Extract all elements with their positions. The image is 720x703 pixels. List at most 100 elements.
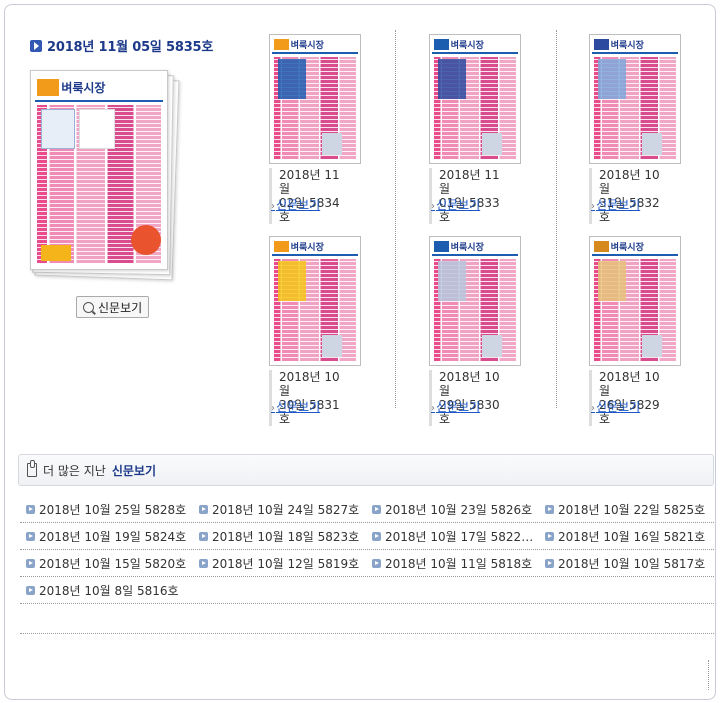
masthead-name: 벼룩시장 [450,41,484,52]
archive-item[interactable]: 2018년 10월 16일 5821호 [539,528,712,545]
bullet-icon [26,531,35,541]
bullet-icon [26,585,35,595]
edition-view-label: 신문보기 [276,198,321,212]
archive-item-label: 2018년 10월 17일 5822호 ... [385,529,539,544]
masthead-logo [37,78,60,96]
archive-item-label: 2018년 10월 16일 5821호 [558,529,706,544]
ad-circle [131,225,161,255]
masthead-name: 벼룩시장 [61,80,106,95]
ad-block [598,59,626,99]
archive-item-label: 2018년 10월 25일 5828호 [39,502,187,517]
edition-view-label: 신문보기 [436,400,481,414]
edition-thumbnail[interactable]: 벼룩시장 [589,34,681,164]
masthead-logo [274,39,289,51]
bullet-icon [372,504,381,514]
edition-view-link[interactable]: ›신문보기 [591,398,640,415]
archive-item-label: 2018년 10월 22일 5825호 [558,502,706,517]
featured-cover[interactable]: 벼룩시장 [30,70,180,281]
edition-view-link[interactable]: ›신문보기 [431,398,480,415]
bullet-icon [26,558,35,568]
newspaper-thumb: 벼룩시장 [272,37,358,161]
archive-item[interactable]: 2018년 10월 22일 5825호 [539,501,712,518]
masthead-logo [594,39,609,51]
archive-item[interactable]: 2018년 10월 23일 5826호 [366,501,539,518]
edition-thumbnail[interactable]: 벼룩시장 [589,236,681,366]
newspaper-thumb: 벼룩시장 [592,37,678,161]
empty-row-divider [20,633,714,634]
edition-view-link[interactable]: ›신문보기 [271,398,320,415]
chevron-right-icon: › [271,201,275,212]
edition-thumbnail[interactable]: 벼룩시장 [429,236,521,366]
edition-thumbnail[interactable]: 벼룩시장 [429,34,521,164]
bullet-icon [545,558,554,568]
masthead-logo [434,39,449,51]
ad-block [41,245,71,261]
chevron-right-icon: › [431,403,435,414]
edition-thumbnail[interactable]: 벼룩시장 [269,236,361,366]
bullet-icon [199,531,208,541]
archive-item[interactable]: 2018년 10월 25일 5828호 [20,501,193,518]
archive-item-label: 2018년 10월 19일 5824호 [39,529,187,544]
archive-list: 2018년 10월 25일 5828호 2018년 10월 24일 5827호 20… [20,496,714,604]
featured-title-text[interactable]: 2018년 11월 05일 5835호 [47,36,213,55]
masthead: 벼룩시장 [272,239,358,257]
archive-row: 2018년 10월 19일 5824호 2018년 10월 18일 5823호 20… [20,523,714,550]
archive-item[interactable]: 2018년 10월 15일 5820호 [20,555,193,572]
masthead: 벼룩시장 [272,37,358,55]
archive-item[interactable]: 2018년 10월 19일 5824호 [20,528,193,545]
bullet-icon [545,531,554,541]
edition-thumbnail[interactable]: 벼룩시장 [269,34,361,164]
archive-item[interactable]: 2018년 10월 8일 5816호 [20,582,193,599]
photo-block [642,335,662,357]
ad-block [438,261,466,301]
edition-date-line1: 2018년 10월 [599,370,660,398]
masthead-logo [434,241,449,253]
clipboard-icon [27,460,37,477]
featured-title[interactable]: 2018년 11월 05일 5835호 [30,36,213,55]
chevron-right-icon: › [591,403,595,414]
newspaper-cover: 벼룩시장 [35,75,163,265]
chevron-right-icon: › [591,201,595,212]
edition-view-link[interactable]: ›신문보기 [271,196,320,213]
edition-item: 벼룩시장 2018년 10월 30일 5831호 ›신문보기 [269,236,419,426]
photo-block [482,133,502,155]
edition-date-line1: 2018년 10월 [599,168,660,196]
masthead-name: 벼룩시장 [290,41,324,52]
magnifier-icon [83,301,94,313]
archive-row: 2018년 10월 8일 5816호 [20,577,714,604]
archive-item[interactable]: 2018년 10월 18일 5823호 [193,528,366,545]
photo-block [642,133,662,155]
edition-view-label: 신문보기 [436,198,481,212]
archive-item[interactable]: 2018년 10월 11일 5818호 [366,555,539,572]
archive-item[interactable]: 2018년 10월 17일 5822호 ... [366,528,539,545]
edition-date-line1: 2018년 11월 [279,168,340,196]
photo-block [322,133,342,155]
archive-item[interactable]: 2018년 10월 12일 5819호 [193,555,366,572]
masthead: 벼룩시장 [592,37,678,55]
edition-item: 벼룩시장 2018년 11월 02일 5834호 ›신문보기 [269,34,419,224]
archive-item[interactable]: 2018년 10월 10일 5817호 [539,555,712,572]
sheet-front: 벼룩시장 [30,70,168,270]
view-newspaper-button[interactable]: 신문보기 [76,296,150,318]
phone-ad [79,109,115,149]
edition-item: 벼룩시장 2018년 10월 26일 5829호 ›신문보기 [589,236,720,426]
bullet-icon [199,558,208,568]
edition-view-link[interactable]: ›신문보기 [591,196,640,213]
archive-item[interactable]: 2018년 10월 24일 5827호 [193,501,366,518]
masthead: 벼룩시장 [35,75,163,102]
ad-block [41,109,75,149]
bullet-icon [26,504,35,514]
edition-view-label: 신문보기 [596,400,641,414]
masthead-logo [274,241,289,253]
more-archive-header: 더 많은 지난 신문보기 [18,454,714,486]
masthead: 벼룩시장 [432,239,518,257]
photo-block [482,335,502,357]
more-archive-link[interactable]: 신문보기 [112,462,156,479]
edition-view-link[interactable]: ›신문보기 [431,196,480,213]
archive-item-label: 2018년 10월 15일 5820호 [39,556,187,571]
view-newspaper-label: 신문보기 [98,300,143,315]
edition-item: 벼룩시장 2018년 10월 29일 5830호 ›신문보기 [429,236,579,426]
newspaper-thumb: 벼룩시장 [432,37,518,161]
masthead-name: 벼룩시장 [290,243,324,254]
archive-item-label: 2018년 10월 23일 5826호 [385,502,533,517]
